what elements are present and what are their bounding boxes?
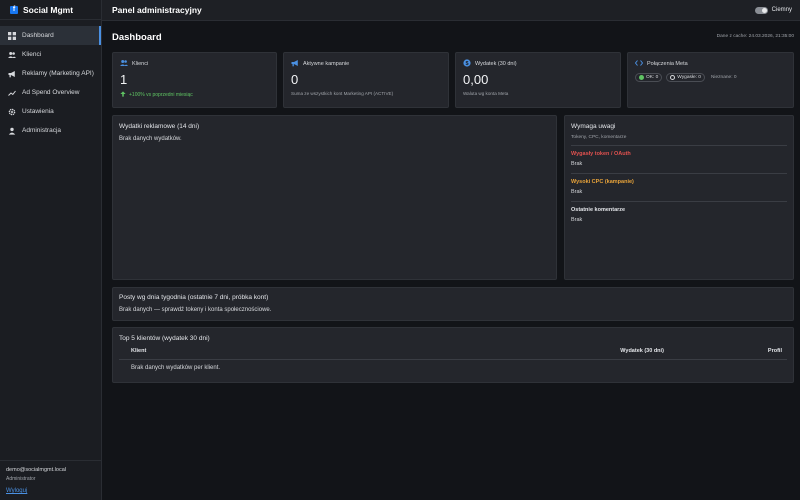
top-clients-panel: Top 5 klientów (wydatek 30 dni) Klient W… [112,327,794,383]
status-badge-ok[interactable]: OK: 0 [635,73,663,82]
attention-panel: Wymaga uwagi Tokeny, CPC, komentarze Wyg… [564,115,794,280]
stat-note: Waluta wg konta Meta [463,91,509,96]
status-unknown: Nieznane: 0 [710,75,737,80]
attention-item-title: Wygasły token / OAuth [571,151,631,157]
cache-date: Dane z cache: 24.03.2026, 21:35:00 [716,34,794,39]
sidebar-nav: Dashboard Klienci Reklamy (Marketing API… [0,26,101,140]
gear-icon [8,108,16,116]
sidebar-item-label: Klienci [22,51,42,58]
attention-item-comments[interactable]: Ostatnie komentarze Brak [571,202,787,229]
sidebar-item-ad-spend[interactable]: Ad Spend Overview [0,83,101,102]
users-icon [120,59,128,69]
megaphone-icon [8,70,16,78]
sidebar-item-label: Administracja [22,127,62,134]
stats-row: Klienci 1 +100% vs poprzedni miesiąc Akt… [112,52,794,108]
attention-item-value: Brak [571,161,583,167]
stat-card-clients[interactable]: Klienci 1 +100% vs poprzedni miesiąc [112,52,277,108]
ad-spend-panel: Wydatki reklamowe (14 dni) Brak danych w… [112,115,557,280]
theme-label: Ciemny [771,7,792,13]
page-header: Dashboard Dane z cache: 24.03.2026, 21:3… [112,21,794,52]
column-header-profile[interactable]: Profil [768,348,782,354]
stat-label: Wydatek (30 dni) [475,60,517,67]
stat-card-meta-connections[interactable]: Połączenia Meta OK: 0 Wygasłe: 0 Nieznan… [627,52,794,108]
panel-title: Posty wg dnia tygodnia (ostatnie 7 dni, … [119,294,269,301]
stat-label: Klienci [132,60,149,67]
column-header-client[interactable]: Klient [131,348,146,354]
attention-item-value: Brak [571,217,583,223]
theme-switch[interactable] [754,6,768,14]
sidebar-item-label: Ad Spend Overview [22,89,80,96]
stat-header: Aktywne kampanie [291,59,441,68]
row-spend-attention: Wydatki reklamowe (14 dni) Brak danych w… [112,115,794,280]
brand[interactable]: f Social Mgmt [0,0,101,20]
meta-status-row: OK: 0 Wygasłe: 0 Nieznane: 0 [635,73,786,82]
theme-toggle[interactable]: Ciemny [754,6,792,14]
stat-card-campaigns[interactable]: Aktywne kampanie 0 Suma ze wszystkich ko… [283,52,449,108]
stat-value: 0,00 [463,72,489,87]
stat-trend-text: +100% vs poprzedni miesiąc [129,92,193,98]
code-icon [634,59,644,69]
posts-panel: Posty wg dnia tygodnia (ostatnie 7 dni, … [112,287,794,321]
sidebar-item-dashboard[interactable]: Dashboard [0,26,101,45]
attention-item-cpc[interactable]: Wysoki CPC (kampanie) Brak [571,174,787,202]
check-circle-icon [639,75,644,80]
main-content: Dashboard Dane z cache: 24.03.2026, 21:3… [112,21,794,383]
sidebar-item-label: Reklamy (Marketing API) [22,70,94,77]
topbar: Panel administracyjny Ciemny [102,0,800,21]
stat-label: Połączenia Meta [647,60,688,67]
attention-item-title: Wysoki CPC (kampanie) [571,179,634,185]
attention-item-token[interactable]: Wygasły token / OAuth Brak [571,146,787,174]
grid-icon [8,31,16,40]
panel-title: Wydatki reklamowe (14 dni) [119,123,200,130]
sidebar-item-clients[interactable]: Klienci [0,45,101,64]
stat-header: Klienci [120,59,269,68]
stat-card-spend[interactable]: $ Wydatek (30 dni) 0,00 Waluta wg konta … [455,52,621,108]
topbar-title: Panel administracyjny [112,5,202,15]
stat-header: $ Wydatek (30 dni) [463,58,613,69]
brand-name: Social Mgmt [23,4,74,15]
clock-icon [670,75,676,80]
stat-note: Suma ze wszystkich kont Marketing API (A… [291,91,394,96]
attention-item-value: Brak [571,189,583,195]
panel-title: Wymaga uwagi [571,123,616,130]
user-role: Administrator [6,476,36,482]
users-icon [8,51,16,59]
facebook-logo-icon: f [10,5,18,14]
page-title: Dashboard [112,32,162,43]
sidebar-item-admin[interactable]: Administracja [0,121,101,140]
sidebar-item-label: Ustawienia [22,108,54,115]
admin-icon [8,127,16,135]
megaphone-icon [291,59,299,69]
trending-icon [8,89,16,97]
badge-label: Wygasłe: 0 [677,75,701,80]
stat-trend: +100% vs poprzedni miesiąc [120,91,269,99]
logout-link[interactable]: Wyloguj [6,488,27,494]
column-header-spend[interactable]: Wydatek (30 dni) [620,348,664,354]
arrow-up-icon [120,91,126,99]
stat-label: Aktywne kampanie [303,60,350,67]
stat-value: 0 [291,72,299,87]
sidebar-item-ads[interactable]: Reklamy (Marketing API) [0,64,101,83]
empty-message: Brak danych wydatków. [119,136,182,142]
svg-text:$: $ [465,61,468,67]
sidebar-item-settings[interactable]: Ustawienia [0,102,101,121]
currency-icon: $ [463,58,471,69]
table-header: Klient Wydatek (30 dni) Profil [119,342,787,360]
sidebar: f Social Mgmt Dashboard Klienci Reklamy … [0,0,102,500]
panel-subtitle: Tokeny, CPC, komentarze [571,135,787,146]
badge-label: OK: 0 [646,75,659,80]
panel-title: Top 5 klientów (wydatek 30 dni) [119,335,210,342]
user-email: demo@socialmgmt.local [6,467,66,473]
stat-header: Połączenia Meta [634,59,786,69]
attention-item-title: Ostatnie komentarze [571,207,626,213]
switch-knob [761,7,767,13]
sidebar-footer: demo@socialmgmt.local Administrator Wylo… [0,460,101,500]
stat-value: 1 [120,72,128,87]
status-badge-expired[interactable]: Wygasłe: 0 [666,73,705,82]
sidebar-item-label: Dashboard [22,32,54,39]
empty-message: Brak danych — sprawdź tokeny i konta spo… [119,307,272,313]
empty-message: Brak danych wydatków per klient. [131,365,221,371]
